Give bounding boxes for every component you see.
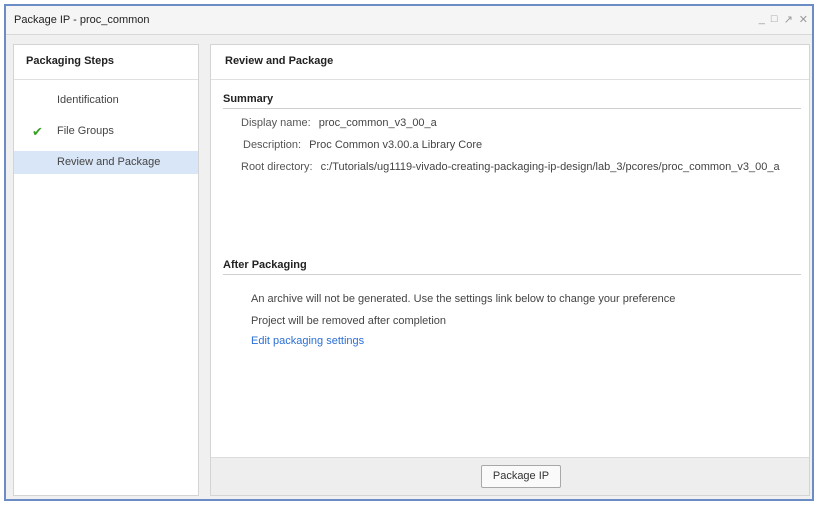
float-icon[interactable]: ↗ [784,13,793,26]
content-header: Review and Package [211,45,809,80]
archive-note: An archive will not be generated. Use th… [251,293,676,305]
after-packaging-divider [223,274,801,275]
step-label: Identification [57,94,119,106]
footer-bar: Package IP [211,457,809,495]
steps-header: Packaging Steps [14,45,198,80]
packaging-steps-panel: Packaging Steps Identification ✔ File Gr… [13,44,199,496]
edit-packaging-settings-link[interactable]: Edit packaging settings [251,335,364,347]
step-label: Review and Package [57,156,161,168]
summary-divider [223,108,801,109]
window-controls: _ □ ↗ ✕ [759,13,808,26]
step-file-groups[interactable]: ✔ File Groups [14,120,198,143]
root-directory-row: Root directory: c:/Tutorials/ug1119-viva… [241,161,780,173]
window-title: Package IP - proc_common [14,14,150,26]
summary-title: Summary [223,93,274,105]
display-name-value: proc_common_v3_00_a [318,117,437,129]
after-packaging-title: After Packaging [223,259,307,271]
display-name-label: Display name: [241,117,311,129]
display-name-row: Display name: proc_common_v3_00_a [241,117,437,129]
step-list: Identification ✔ File Groups Review and … [14,89,198,174]
root-directory-value: c:/Tutorials/ug1119-vivado-creating-pack… [320,161,780,173]
package-ip-window: Package IP - proc_common _ □ ↗ ✕ Packagi… [4,4,814,501]
step-label: File Groups [57,125,114,137]
package-ip-button[interactable]: Package IP [481,465,561,488]
description-row: Description: Proc Common v3.00.a Library… [243,139,482,151]
root-directory-label: Root directory: [241,161,313,173]
review-package-panel: Review and Package Summary Display name:… [210,44,810,496]
title-bar: Package IP - proc_common _ □ ↗ ✕ [6,6,812,35]
minimize-icon[interactable]: _ [759,13,765,26]
project-removal-note: Project will be removed after completion [251,315,447,327]
close-icon[interactable]: ✕ [799,13,808,26]
description-label: Description: [243,139,302,151]
step-identification[interactable]: Identification [14,89,198,112]
description-value: Proc Common v3.00.a Library Core [309,139,483,151]
restore-icon[interactable]: □ [771,13,778,26]
checkmark-icon: ✔ [32,124,43,139]
step-review-and-package[interactable]: Review and Package [14,151,198,174]
